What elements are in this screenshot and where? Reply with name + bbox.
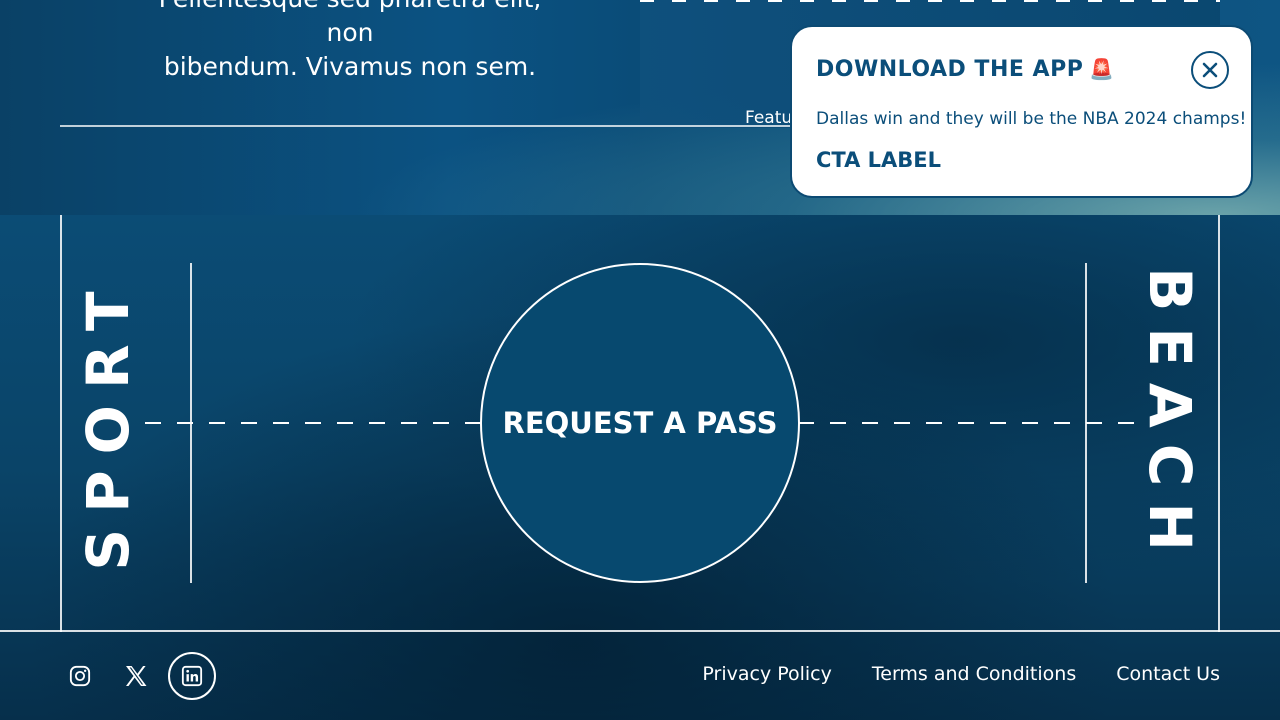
court-right-border: [1218, 215, 1220, 632]
top-dashed-line: [640, 0, 1220, 2]
beach-label: BEACH: [1136, 267, 1204, 567]
hero-quote: Pellentesque sed pharetra elit, non bibe…: [140, 0, 560, 84]
linkedin-link[interactable]: [168, 652, 216, 700]
alarm-icon: 🚨: [1089, 57, 1115, 81]
toast-message: Dallas win and they will be the NBA 2024…: [816, 109, 1247, 129]
top-divider: [60, 125, 820, 127]
court-left-dashed-line: [145, 422, 480, 424]
hero-quote-line1: Pellentesque sed pharetra elit, non: [159, 0, 542, 47]
footer-links: Privacy Policy Terms and Conditions Cont…: [702, 663, 1220, 685]
x-icon: [126, 666, 147, 686]
sport-label: SPORT: [74, 275, 142, 571]
terms-link[interactable]: Terms and Conditions: [872, 663, 1076, 685]
toast-close-button[interactable]: [1191, 51, 1229, 89]
privacy-policy-link[interactable]: Privacy Policy: [702, 663, 831, 685]
close-icon: [1202, 62, 1218, 78]
x-link[interactable]: [112, 652, 160, 700]
request-pass-label: REQUEST A PASS: [502, 406, 778, 440]
contact-us-link[interactable]: Contact Us: [1116, 663, 1220, 685]
instagram-link[interactable]: [56, 652, 104, 700]
toast-title: DOWNLOAD THE APP 🚨: [816, 57, 1115, 82]
download-app-toast: DOWNLOAD THE APP 🚨 Dallas win and they wi…: [790, 25, 1253, 198]
toast-cta-link[interactable]: CTA LABEL: [816, 148, 941, 172]
court-left-border: [60, 215, 62, 632]
feature-label: Featu: [745, 108, 793, 128]
toast-title-text: DOWNLOAD THE APP: [816, 57, 1084, 82]
linkedin-icon: [181, 665, 203, 687]
court-right-dashed-line: [798, 422, 1138, 424]
request-pass-button[interactable]: REQUEST A PASS: [480, 263, 800, 583]
hero-quote-line2: bibendum. Vivamus non sem.: [163, 52, 537, 81]
instagram-icon: [69, 665, 91, 687]
footer-divider: [0, 630, 1280, 632]
